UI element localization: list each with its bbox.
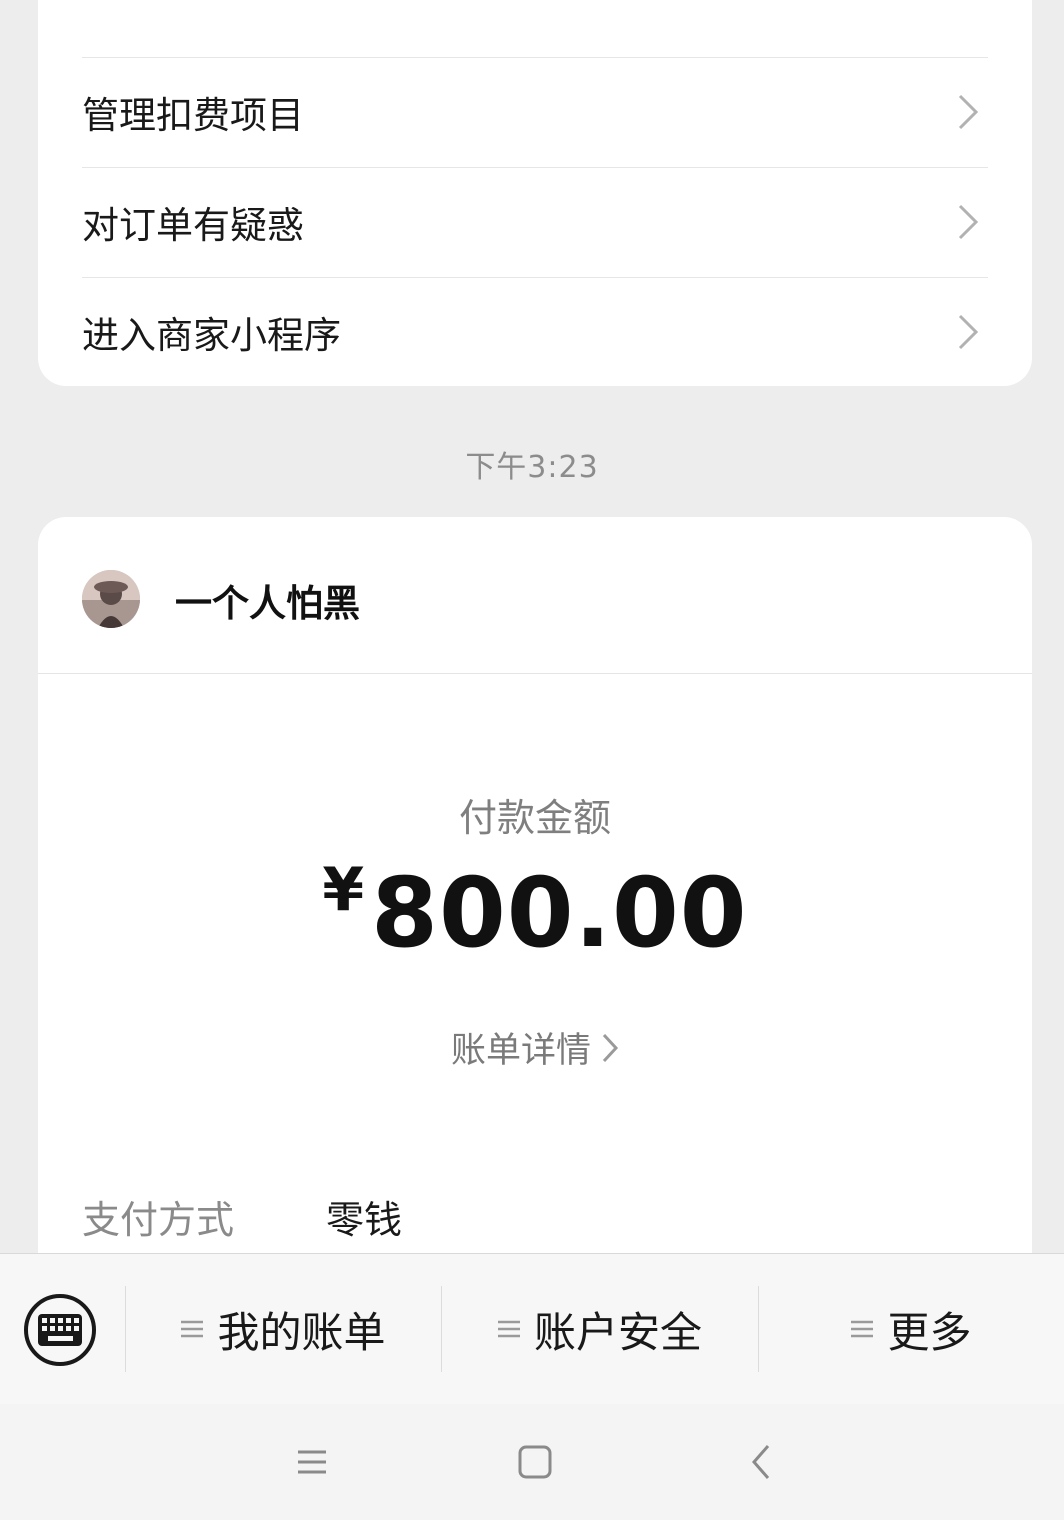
menu-item-manage-deductions[interactable]: 管理扣费项目 [82,57,988,167]
amount-label: 付款金额 [458,796,611,840]
keyboard-icon[interactable] [22,1292,98,1368]
bill-detail-label: 账单详情 [450,1031,591,1071]
list-icon [851,1320,874,1338]
chevron-right-icon [948,312,988,352]
chevron-right-icon [948,202,988,242]
back-icon[interactable] [742,1442,782,1482]
toolbar-my-bills[interactable]: 我的账单 [126,1254,441,1404]
payment-amount: ¥800.00 [38,855,1032,969]
toolbar-item-label: 账户安全 [533,1307,702,1357]
list-icon [181,1320,204,1338]
payment-message-card[interactable]: 一个人怕黑 付款金额 ¥800.00 账单详情 支付方式 零钱 [38,517,1032,1277]
menu-icon[interactable] [292,1442,332,1482]
avatar[interactable] [82,570,140,628]
divider [82,57,988,58]
list-icon [497,1320,520,1338]
amount-number: 800.00 [371,857,748,969]
divider [82,167,988,168]
system-nav-bar [0,1404,1064,1520]
service-menu-card: 管理扣费项目 对订单有疑惑 进入商家小程序 [38,0,1032,386]
currency-symbol: ¥ [322,855,366,925]
sender-name: 一个人怕黑 [175,582,360,625]
divider [82,277,988,278]
menu-item-label: 管理扣费项目 [82,94,304,137]
chevron-right-icon [948,92,988,132]
message-timestamp: 下午3:23 [465,450,599,485]
payment-card-header: 一个人怕黑 [38,517,1032,674]
toolbar-more[interactable]: 更多 [759,1254,1064,1404]
menu-item-label: 进入商家小程序 [82,314,341,357]
service-toolbar: 我的账单 账户安全 更多 [0,1253,1064,1405]
toolbar-account-security[interactable]: 账户安全 [442,1254,758,1404]
home-square-icon[interactable] [515,1442,555,1482]
chevron-right-icon [602,1033,619,1062]
payment-method-value: 零钱 [326,1198,403,1242]
toolbar-item-label: 我的账单 [217,1307,386,1357]
menu-item-merchant-miniprogram[interactable]: 进入商家小程序 [82,277,988,387]
menu-item-order-questions[interactable]: 对订单有疑惑 [82,167,988,277]
toolbar-item-label: 更多 [887,1307,972,1357]
bill-detail-link[interactable]: 账单详情 [38,1022,1032,1073]
payment-method-label: 支付方式 [82,1198,235,1242]
menu-item-label: 对订单有疑惑 [82,204,304,247]
